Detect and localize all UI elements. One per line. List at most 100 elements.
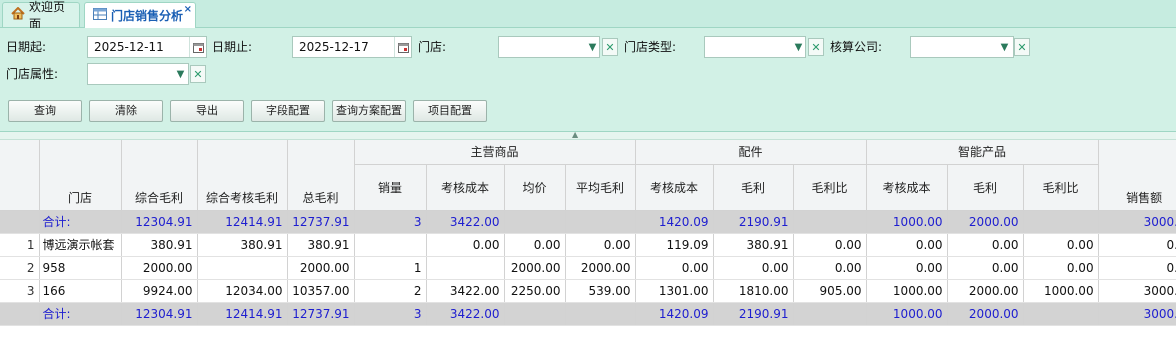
col-header[interactable]: 考核成本 (635, 164, 714, 211)
table-cell: 0.00 (793, 233, 867, 257)
table-cell (426, 256, 505, 280)
table-cell: 539.00 (565, 279, 636, 303)
col-header[interactable]: 考核成本 (426, 164, 505, 211)
store-cell: 合计: (39, 302, 122, 326)
table-cell (793, 210, 867, 234)
query-button[interactable]: 查询 (8, 100, 82, 122)
col-header[interactable]: 销量 (354, 164, 427, 211)
table-cell: 2000.00 (121, 256, 198, 280)
table-cell: 0.00 (1023, 256, 1099, 280)
row-number-header (0, 140, 40, 211)
table-cell: 0.00 (866, 256, 948, 280)
store-cell: 博远演示帐套 (39, 233, 122, 257)
clear-icon[interactable]: ✕ (1014, 38, 1030, 56)
chevron-down-icon[interactable]: ▼ (790, 37, 807, 57)
store-cell: 958 (39, 256, 122, 280)
date-start-label: 日期起: (6, 40, 47, 54)
table-cell: 12034.00 (197, 279, 288, 303)
table-cell: 1301.00 (635, 279, 714, 303)
col-header[interactable]: 均价 (504, 164, 566, 211)
table-cell: 0.00 (635, 256, 714, 280)
col-header[interactable]: 平均毛利 (565, 164, 636, 211)
row-number: 3 (0, 279, 40, 303)
table-cell: 1 (354, 256, 427, 280)
col-header[interactable]: 毛利 (713, 164, 794, 211)
table-cell (504, 302, 566, 326)
table-cell: 12414.91 (197, 302, 288, 326)
clear-icon[interactable]: ✕ (808, 38, 824, 56)
calendar-icon[interactable] (394, 37, 411, 57)
col-header[interactable]: 综合考核毛利 (197, 140, 288, 211)
chevron-down-icon[interactable]: ▼ (996, 37, 1013, 57)
table-cell: 0.00 (426, 233, 505, 257)
table-row[interactable]: 2 958 2000.00 2000.00 1 2000.00 2000.00 0.00 0.0… (0, 256, 1176, 280)
table-cell: 0.0 (1098, 233, 1176, 257)
row-number (0, 302, 40, 326)
table-icon (93, 8, 107, 23)
tab-welcome[interactable]: 欢迎页面 (2, 0, 80, 31)
table-cell: 12737.91 (287, 210, 355, 234)
store-cell: 166 (39, 279, 122, 303)
table-cell (565, 302, 636, 326)
table-cell: 12304.91 (121, 210, 198, 234)
item-config-button[interactable]: 项目配置 (413, 100, 487, 122)
clear-button[interactable]: 清除 (89, 100, 163, 122)
row-number: 2 (0, 256, 40, 280)
table-cell: 0.00 (1023, 233, 1099, 257)
field-config-button[interactable]: 字段配置 (251, 100, 325, 122)
table-cell: 3422.00 (426, 210, 505, 234)
table-cell: 2000.00 (504, 256, 566, 280)
table-cell: 0.00 (793, 256, 867, 280)
query-scheme-config-button[interactable]: 查询方案配置 (332, 100, 406, 122)
table-cell: 0.00 (947, 256, 1024, 280)
clear-icon[interactable]: ✕ (602, 38, 618, 56)
export-button[interactable]: 导出 (170, 100, 244, 122)
col-header[interactable]: 毛利 (947, 164, 1024, 211)
home-icon (11, 6, 25, 23)
table-cell: 0.00 (866, 233, 948, 257)
filter-panel: 日期起: 2025-12-11 日期止: 2025-12-17 门店: ▼ ✕ … (0, 28, 1176, 132)
table-row[interactable]: 3 166 9924.00 12034.00 10357.00 2 3422.00 2250.… (0, 279, 1176, 303)
summary-row[interactable]: 合计: 12304.91 12414.91 12737.91 3 3422.00 1420.… (0, 302, 1176, 326)
table-cell: 12737.91 (287, 302, 355, 326)
table-row[interactable]: 1 博远演示帐套 380.91 380.91 380.91 0.00 0.00 0.00 119… (0, 233, 1176, 257)
table-cell (1023, 302, 1099, 326)
col-header[interactable]: 毛利比 (793, 164, 867, 211)
col-header[interactable]: 毛利比 (1023, 164, 1099, 211)
col-header[interactable]: 综合毛利 (121, 140, 198, 211)
chevron-down-icon[interactable]: ▼ (584, 37, 601, 57)
table-cell: 3 (354, 302, 427, 326)
store-label: 门店: (418, 40, 447, 54)
close-icon[interactable]: × (184, 4, 192, 15)
table-cell: 1420.09 (635, 302, 714, 326)
clear-icon[interactable]: ✕ (190, 65, 206, 83)
chevron-up-icon: ▲ (572, 130, 579, 139)
col-header[interactable]: 销售额 (1098, 140, 1176, 211)
calendar-icon[interactable] (189, 37, 206, 57)
row-number (0, 210, 40, 234)
col-header[interactable]: 考核成本 (866, 164, 948, 211)
table-cell: 0.00 (947, 233, 1024, 257)
table-cell: 380.91 (287, 233, 355, 257)
table-cell: 3422.00 (426, 302, 505, 326)
table-cell: 2190.91 (713, 302, 794, 326)
table-cell: 1420.09 (635, 210, 714, 234)
table-cell: 1000.00 (866, 210, 948, 234)
summary-row[interactable]: 合计: 12304.91 12414.91 12737.91 3 3422.00 1420.… (0, 210, 1176, 234)
tab-store-sales-analysis[interactable]: 门店销售分析 × (84, 2, 196, 28)
table-cell: 0.00 (565, 233, 636, 257)
table-cell: 3000.0 (1098, 210, 1176, 234)
table-cell: 2190.91 (713, 210, 794, 234)
tab-store-sales-label: 门店销售分析 (111, 9, 184, 23)
col-header-store[interactable]: 门店 (39, 140, 122, 211)
panel-collapse-handle[interactable]: ▲ (0, 130, 1176, 140)
tab-bar: 欢迎页面 门店销售分析 × (0, 0, 1176, 31)
table-cell: 2000.00 (947, 302, 1024, 326)
table-cell: 2000.00 (565, 256, 636, 280)
chevron-down-icon[interactable]: ▼ (172, 64, 189, 84)
table-cell: 119.09 (635, 233, 714, 257)
table-cell: 3422.00 (426, 279, 505, 303)
table-cell (1023, 210, 1099, 234)
sales-table: 门店 综合毛利 综合考核毛利 总毛利 主营商品 配件 智能产品 销售额 销量 考… (0, 140, 1176, 326)
col-header[interactable]: 总毛利 (287, 140, 355, 211)
